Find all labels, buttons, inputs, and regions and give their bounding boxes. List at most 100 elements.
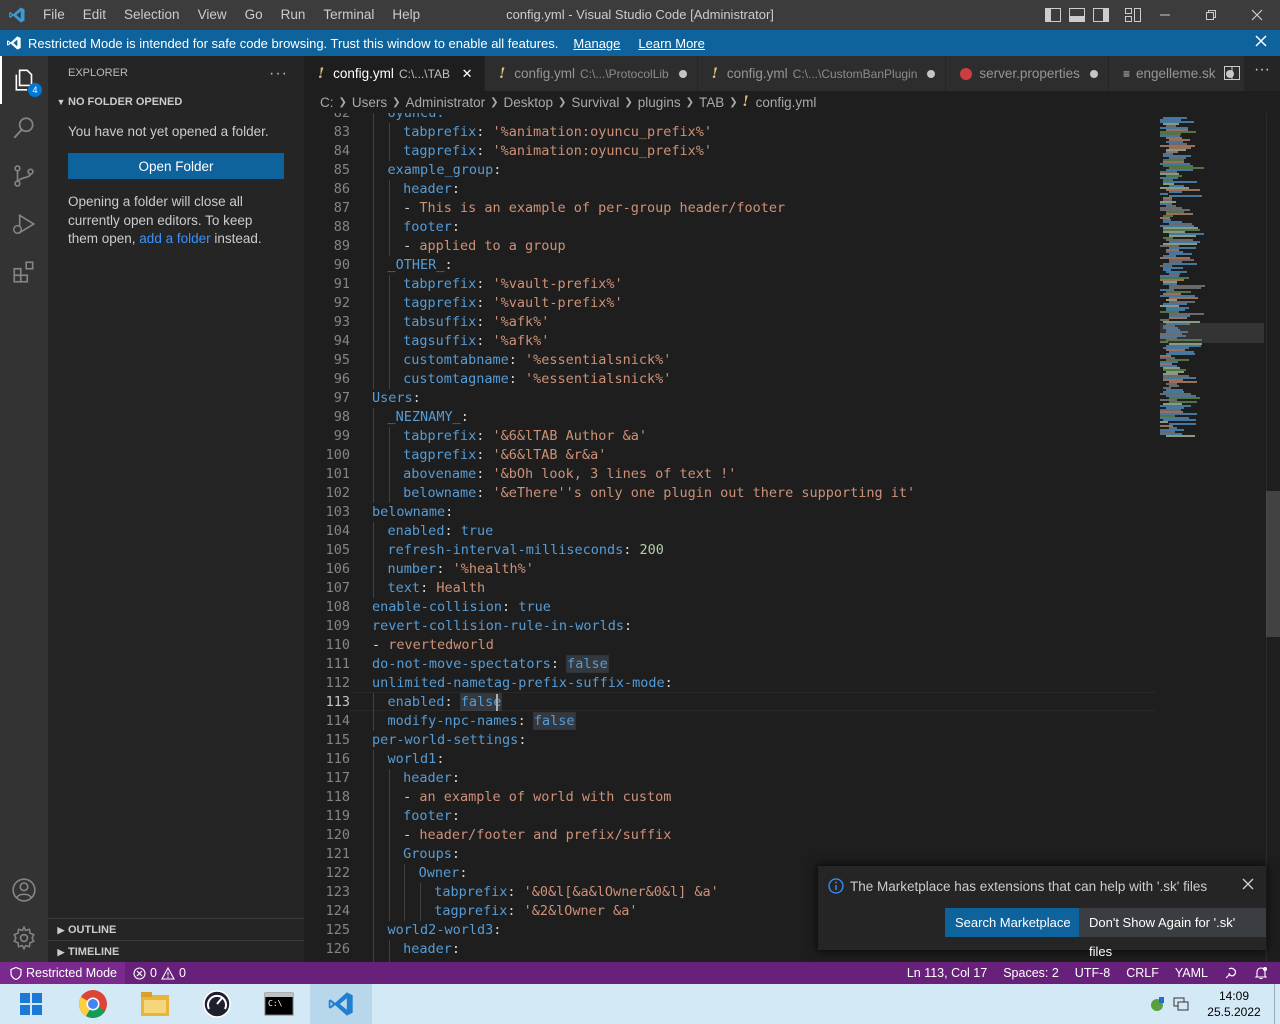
code-line[interactable]: abovename: '&bOh look, 3 lines of text !… <box>403 465 736 484</box>
code-line[interactable]: enabled: false <box>388 693 503 712</box>
close-tab-icon[interactable]: ✕ <box>460 66 474 82</box>
minimize-icon[interactable] <box>1142 0 1188 30</box>
code-line[interactable]: belowname: '&eThere''s only one plugin o… <box>403 484 915 503</box>
add-folder-link[interactable]: add a folder <box>139 231 210 246</box>
language-mode-status[interactable]: YAML <box>1167 962 1216 984</box>
restricted-mode-status[interactable]: Restricted Mode <box>0 962 126 984</box>
vertical-scrollbar[interactable] <box>1266 113 1280 962</box>
code-line[interactable]: example_group: <box>388 161 510 180</box>
code-line[interactable]: - an example of world with custom <box>403 788 671 807</box>
code-line[interactable]: tabprefix: '%vault-prefix%' <box>403 275 622 294</box>
windows-start-icon[interactable] <box>0 984 62 1024</box>
code-line[interactable]: text: Health <box>388 579 486 598</box>
more-actions-icon[interactable]: ··· <box>269 56 288 91</box>
code-line[interactable]: header: <box>403 940 468 959</box>
code-line[interactable]: - revertedworld <box>372 636 494 655</box>
search-icon[interactable] <box>0 104 48 152</box>
code-line[interactable]: header: <box>403 180 468 199</box>
code-line[interactable]: customtabname: '%essentialsnick%' <box>403 351 671 370</box>
encoding-status[interactable]: UTF-8 <box>1067 962 1118 984</box>
explorer-icon[interactable]: 4 <box>0 56 48 104</box>
breadcrumb-item[interactable]: config.yml <box>756 95 817 110</box>
open-folder-button[interactable]: Open Folder <box>68 153 284 179</box>
code-line[interactable]: tagsuffix: '%afk%' <box>403 332 549 351</box>
run-debug-icon[interactable] <box>0 200 48 248</box>
code-line[interactable]: footer: <box>403 807 468 826</box>
code-line[interactable]: oyuncu: <box>388 113 445 123</box>
code-line[interactable]: footer: <box>403 218 468 237</box>
code-line[interactable]: refresh-interval-milliseconds: 200 <box>388 541 664 560</box>
file-explorer-icon[interactable] <box>124 984 186 1024</box>
menu-file[interactable]: File <box>34 0 74 30</box>
vscode-taskbar-icon[interactable] <box>310 984 372 1024</box>
extensions-icon[interactable] <box>0 248 48 296</box>
code-line[interactable]: - header/footer and prefix/suffix <box>403 826 671 845</box>
code-line[interactable]: modify-npc-names: false <box>388 712 576 731</box>
code-line[interactable]: enable-collision: true <box>372 598 551 617</box>
speedtest-gauge-icon[interactable] <box>186 984 248 1024</box>
customize-layout-icon[interactable] <box>1124 7 1142 23</box>
taskbar-clock[interactable]: 14:09 25.5.2022 <box>1194 988 1274 1020</box>
close-notification-icon[interactable] <box>1242 878 1254 893</box>
breadcrumb-item[interactable]: Administrator <box>406 95 486 110</box>
code-line[interactable]: tabsuffix: '%afk%' <box>403 313 549 332</box>
toggle-sidebar-icon[interactable] <box>1044 7 1062 23</box>
dont-show-again-button[interactable]: Don't Show Again for '.sk' files <box>1079 908 1266 959</box>
code-line[interactable]: tagprefix: '&2&lOwner &a' <box>434 902 637 921</box>
eol-status[interactable]: CRLF <box>1118 962 1167 984</box>
notifications-bell-icon[interactable] <box>1246 962 1276 984</box>
close-window-icon[interactable] <box>1234 0 1280 30</box>
split-editor-icon[interactable] <box>1224 66 1240 83</box>
timeline-section-header[interactable]: ▶ TIMELINE <box>48 940 304 962</box>
code-editor[interactable]: 82 83 84 85 86 87 88 89 90 91 92 93 94 95 96 97 98 99 100 1… <box>304 113 1280 962</box>
code-line[interactable]: enabled: true <box>388 522 494 541</box>
manage-link[interactable]: Manage <box>573 36 620 51</box>
breadcrumb-item[interactable]: Users <box>352 95 387 110</box>
menu-selection[interactable]: Selection <box>115 0 189 30</box>
code-line[interactable]: tabprefix: '%animation:oyuncu_prefix%' <box>403 123 712 142</box>
unsaved-dot-icon[interactable] <box>1089 69 1098 78</box>
unsaved-dot-icon[interactable] <box>927 69 936 78</box>
accounts-icon[interactable] <box>0 866 48 914</box>
outline-section-header[interactable]: ▶ OUTLINE <box>48 918 304 940</box>
breadcrumb-item[interactable]: plugins <box>638 95 681 110</box>
close-banner-icon[interactable] <box>1254 34 1268 51</box>
cursor-position-status[interactable]: Ln 113, Col 17 <box>899 962 995 984</box>
code-line[interactable]: unlimited-nametag-prefix-suffix-mode: <box>372 674 681 693</box>
code-line[interactable]: revert-collision-rule-in-worlds: <box>372 617 640 636</box>
breadcrumb-item[interactable]: TAB <box>699 95 724 110</box>
menu-view[interactable]: View <box>189 0 236 30</box>
toggle-panel-icon[interactable] <box>1068 7 1086 23</box>
code-lines[interactable]: oyuncu: tabprefix: '%animation:oyuncu_pre… <box>372 113 1152 962</box>
code-line[interactable]: - This is an example of per-group header… <box>403 199 785 218</box>
network-icon[interactable] <box>1168 996 1194 1012</box>
tray-shield-icon[interactable] <box>1146 996 1168 1012</box>
restore-icon[interactable] <box>1188 0 1234 30</box>
menu-help[interactable]: Help <box>383 0 429 30</box>
breadcrumb-item[interactable]: Survival <box>571 95 619 110</box>
learn-more-link[interactable]: Learn More <box>638 36 704 51</box>
tab-more-actions-icon[interactable]: ··· <box>1254 61 1270 79</box>
code-line[interactable]: tabprefix: '&0&l[&a&lOwner&0&l] &a' <box>434 883 719 902</box>
editor-tab[interactable]: ! config.yml C:\...\ProtocolLib <box>485 56 698 91</box>
editor-tab[interactable]: server.properties <box>946 56 1109 91</box>
menu-edit[interactable]: Edit <box>74 0 115 30</box>
scrollbar-thumb[interactable] <box>1266 491 1280 637</box>
editor-tab[interactable]: ! config.yml C:\...\CustomBanPlugin <box>697 56 947 91</box>
breadcrumb-item[interactable]: C: <box>320 95 334 110</box>
search-marketplace-button[interactable]: Search Marketplace <box>945 908 1081 937</box>
code-line[interactable]: belowname: <box>372 503 461 522</box>
toggle-secondary-sidebar-icon[interactable] <box>1092 7 1110 23</box>
code-line[interactable]: customtagname: '%essentialsnick%' <box>403 370 671 389</box>
no-folder-section-header[interactable]: ▼ NO FOLDER OPENED <box>48 91 304 113</box>
code-line[interactable]: _NEZNAMY_: <box>388 408 477 427</box>
problems-status[interactable]: 0 0 <box>125 962 194 984</box>
unsaved-dot-icon[interactable] <box>678 69 687 78</box>
menu-terminal[interactable]: Terminal <box>314 0 383 30</box>
menu-go[interactable]: Go <box>236 0 272 30</box>
code-line[interactable]: world2-world3: <box>388 921 510 940</box>
code-line[interactable]: tagprefix: '%vault-prefix%' <box>403 294 622 313</box>
code-line[interactable]: tagprefix: '%animation:oyuncu_prefix%' <box>403 142 712 161</box>
code-line[interactable]: header: <box>403 769 468 788</box>
minimap-viewport[interactable] <box>1160 323 1264 343</box>
